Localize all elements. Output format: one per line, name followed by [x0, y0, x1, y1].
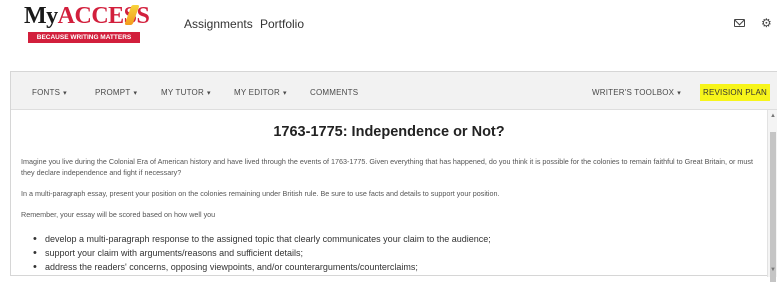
gear-icon[interactable]: ⚙ [761, 17, 773, 29]
mail-icon[interactable] [734, 19, 745, 27]
prompt-paragraph: Imagine you live during the Colonial Era… [21, 157, 753, 177]
my-editor-menu[interactable]: MY EDITOR ▾ [234, 88, 287, 97]
prompt-content: 1763-1775: Independence or Not? Imagine … [11, 110, 767, 277]
list-item: develop a multi-paragraph response to th… [33, 232, 491, 246]
prompt-paragraph: Remember, your essay will be scored base… [21, 210, 216, 219]
prompt-menu[interactable]: PROMPT ▾ [95, 88, 137, 97]
prompt-paragraph: In a multi-paragraph essay, present your… [21, 189, 500, 198]
scrollbar-thumb[interactable] [770, 132, 776, 282]
logo-tagline: BECAUSE WRITING MATTERS [28, 32, 140, 43]
chevron-down-icon: ▾ [133, 90, 138, 97]
prompt-title: 1763-1775: Independence or Not? [273, 124, 505, 140]
vertical-scrollbar[interactable]: ▲ ▼ [767, 110, 777, 282]
top-bar: MyACCESS BECAUSE WRITING MATTERS Assignm… [0, 0, 777, 50]
chevron-down-icon: ▾ [206, 90, 211, 97]
list-item: support your claim with arguments/reason… [33, 246, 491, 260]
fonts-menu[interactable]: FONTS ▾ [32, 88, 67, 97]
revision-plan-button[interactable]: REVISION PLAN [700, 84, 770, 101]
chevron-down-icon: ▾ [282, 90, 287, 97]
nav-assignments[interactable]: Assignments [184, 17, 253, 31]
myaccess-logo[interactable]: MyACCESS BECAUSE WRITING MATTERS [20, 3, 150, 45]
editor-toolbar: FONTS ▾ PROMPT ▾ MY TUTOR ▾ MY EDITOR ▾ COMM… [11, 72, 777, 110]
scoring-criteria-list: develop a multi-paragraph response to th… [33, 232, 491, 274]
list-item: address the readers' concerns, opposing … [33, 260, 491, 274]
editor-panel: FONTS ▾ PROMPT ▾ MY TUTOR ▾ MY EDITOR ▾ COMM… [10, 71, 777, 282]
nav-portfolio[interactable]: Portfolio [260, 17, 304, 31]
my-tutor-menu[interactable]: MY TUTOR ▾ [161, 88, 211, 97]
scroll-down-icon[interactable]: ▼ [770, 267, 776, 273]
chevron-down-icon: ▾ [677, 90, 681, 97]
comments-button[interactable]: COMMENTS [310, 88, 358, 97]
scroll-up-icon[interactable]: ▲ [770, 113, 776, 119]
writers-toolbox-menu[interactable]: WRITER'S TOOLBOX ▾ [592, 88, 681, 97]
chevron-down-icon: ▾ [63, 90, 67, 97]
